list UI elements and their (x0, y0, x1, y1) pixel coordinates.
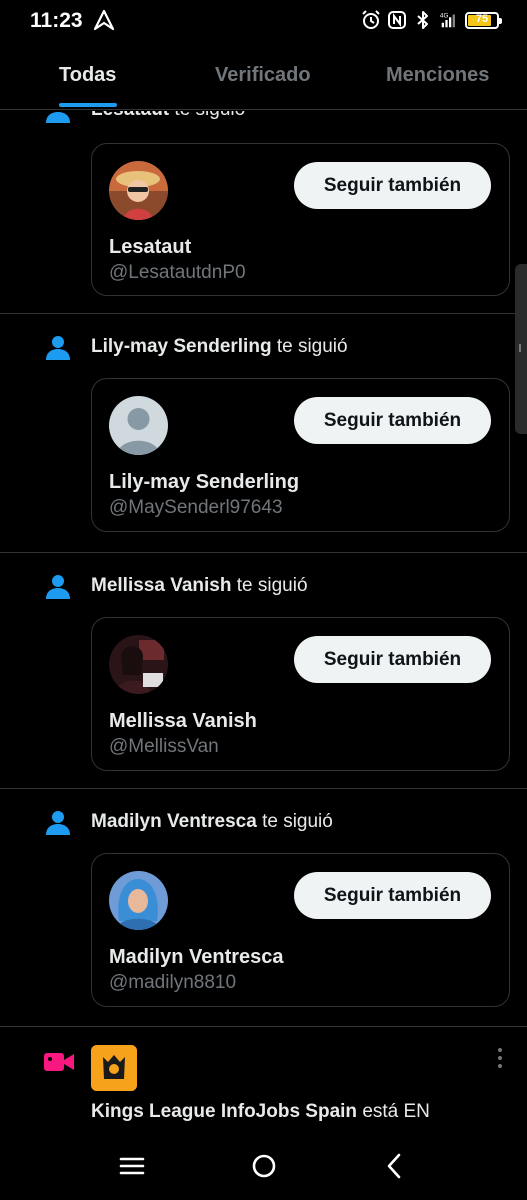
follower-name[interactable]: Mellissa Vanish (91, 575, 231, 596)
kings-league-logo[interactable] (91, 1045, 137, 1091)
follower-name[interactable]: Madilyn Ventresca (91, 811, 257, 832)
battery-icon: 75 (465, 11, 502, 29)
avatar[interactable] (109, 635, 168, 694)
live-account-name[interactable]: Kings League InfoJobs Spain (91, 1101, 357, 1122)
person-icon (46, 575, 70, 599)
follow-back-button[interactable]: Seguir también (294, 397, 491, 444)
live-space-item[interactable]: Kings League InfoJobs Spain está EN (0, 1027, 527, 1128)
notification-text: Mellissa Vanish te siguió (91, 575, 308, 597)
active-tab-indicator (59, 103, 117, 107)
app-notification-icon (93, 9, 115, 31)
live-video-icon (44, 1053, 74, 1071)
user-name[interactable]: Mellissa Vanish (109, 710, 257, 733)
tab-menciones[interactable]: Menciones (386, 64, 489, 87)
notification-verb: te siguió (236, 575, 308, 596)
user-handle: @MellissVan (109, 736, 219, 757)
person-icon (46, 112, 70, 123)
avatar[interactable] (109, 871, 168, 930)
avatar[interactable] (109, 161, 168, 220)
follow-back-button[interactable]: Seguir también (294, 872, 491, 919)
notification-verb: te siguió (262, 811, 333, 832)
system-navigation-bar (0, 1128, 527, 1200)
battery-level: 75 (475, 12, 489, 25)
status-time: 11:23 (30, 9, 83, 32)
follower-name[interactable]: Lily-may Senderling (91, 336, 272, 357)
user-name[interactable]: Lesataut (109, 236, 191, 259)
list-item[interactable]: Lily-may Senderling te siguió Seguir tam… (0, 314, 527, 553)
notifications-tabs: Todas Verificado Menciones (0, 42, 527, 110)
live-text: Kings League InfoJobs Spain está EN (91, 1101, 430, 1123)
notification-text: Madilyn Ventresca te siguió (91, 811, 333, 833)
person-icon (46, 336, 70, 360)
notification-verb: te siguió (174, 111, 245, 120)
more-options-icon[interactable] (497, 1047, 503, 1069)
bluetooth-icon (417, 11, 428, 29)
live-status: está EN (362, 1101, 430, 1122)
follow-back-button[interactable]: Seguir también (294, 636, 491, 683)
notification-verb: te siguió (276, 336, 348, 357)
user-card[interactable]: Seguir también Mellissa Vanish @MellissV… (91, 617, 510, 771)
alarm-icon (362, 10, 380, 29)
follow-back-button[interactable]: Seguir también (294, 162, 491, 209)
user-card[interactable]: Seguir también Lesataut @LesatautdnP0 (91, 143, 510, 296)
status-bar: 11:23 4G 75 (0, 0, 527, 42)
user-handle: @MaySenderl97643 (109, 497, 283, 518)
list-item[interactable]: Madilyn Ventresca te siguió Seguir tambi… (0, 789, 527, 1027)
user-card[interactable]: Seguir también Madilyn Ventresca @madily… (91, 853, 510, 1007)
status-icons: 4G 75 (361, 9, 502, 31)
notification-text: Lesataut te siguió (91, 111, 245, 121)
nfc-icon (388, 11, 406, 29)
user-name[interactable]: Lily-may Senderling (109, 471, 299, 494)
follower-name[interactable]: Lesataut (91, 111, 169, 120)
user-handle: @LesatautdnP0 (109, 262, 246, 283)
svg-text:4G: 4G (440, 12, 449, 19)
default-avatar-icon[interactable] (109, 396, 168, 455)
back-icon[interactable] (381, 1152, 409, 1180)
tab-verificado[interactable]: Verificado (215, 64, 311, 87)
notifications-list: Lesataut te siguió Seguir también Lesata… (0, 111, 527, 1128)
user-name[interactable]: Madilyn Ventresca (109, 946, 284, 969)
person-icon (46, 811, 70, 835)
list-item[interactable]: Mellissa Vanish te siguió Seguir también… (0, 553, 527, 789)
user-card[interactable]: Seguir también Lily-may Senderling @MayS… (91, 378, 510, 532)
menu-icon[interactable] (118, 1152, 146, 1180)
notification-text: Lily-may Senderling te siguió (91, 336, 348, 358)
tab-todas[interactable]: Todas (59, 64, 116, 87)
signal-icon: 4G (440, 12, 455, 28)
home-icon[interactable] (250, 1152, 278, 1180)
user-handle: @madilyn8810 (109, 972, 237, 993)
list-item[interactable]: Lesataut te siguió Seguir también Lesata… (0, 111, 527, 314)
scrollbar[interactable] (515, 264, 527, 434)
